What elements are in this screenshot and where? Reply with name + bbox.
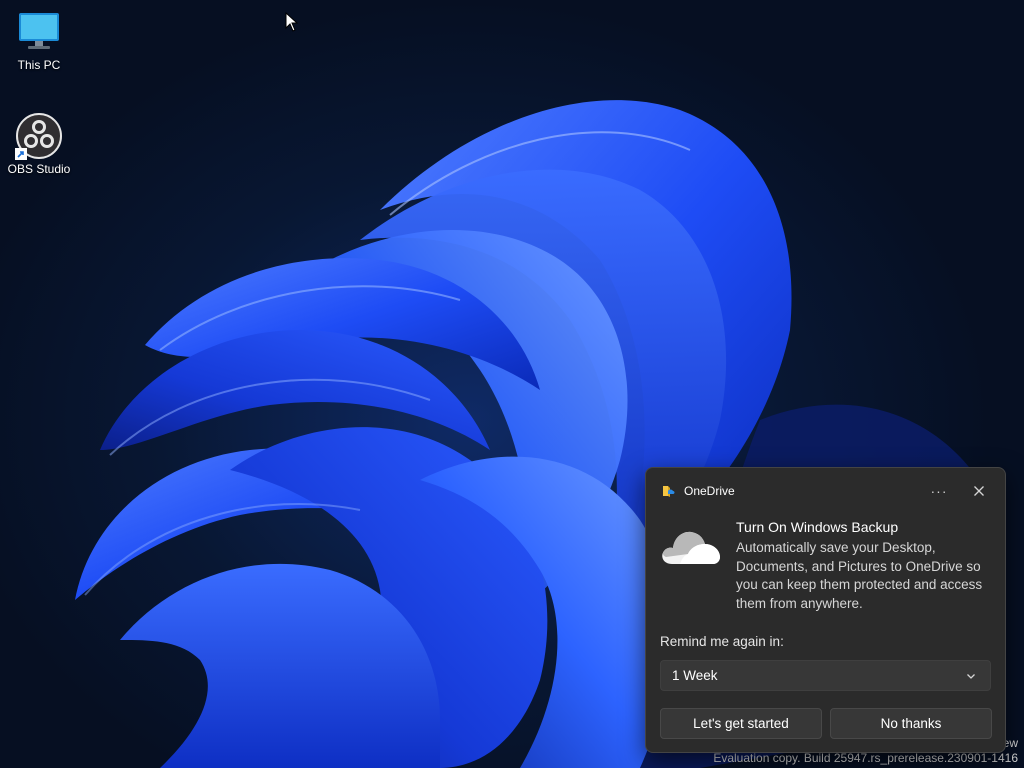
obs-studio-icon [15,112,63,160]
toast-header: OneDrive ··· [662,482,993,500]
onedrive-app-icon [663,486,675,497]
desktop-icon-obs-studio[interactable]: OBS Studio [1,112,77,176]
close-icon [974,486,984,496]
toast-app-name: OneDrive [684,484,735,498]
desktop-icon-label: OBS Studio [7,162,71,176]
remind-interval-value: 1 Week [672,668,718,683]
desktop-icon-label: This PC [17,58,61,72]
desktop-icon-this-pc[interactable]: This PC [1,8,77,72]
toast-message: Automatically save your Desktop, Documen… [736,540,983,611]
shortcut-arrow-icon [15,148,27,160]
desktop: This PC OBS Studio ew Evaluation copy. B… [0,0,1024,768]
onedrive-backup-toast: OneDrive ··· Turn On Windows Backup Auto… [645,467,1006,753]
mouse-cursor-icon [285,12,299,32]
toast-title: Turn On Windows Backup [736,519,899,535]
close-button[interactable] [965,478,993,504]
lets-get-started-button[interactable]: Let's get started [660,708,822,739]
remind-label: Remind me again in: [660,634,784,649]
onedrive-cloud-icon [662,531,720,564]
remind-interval-dropdown[interactable]: 1 Week [660,660,991,691]
no-thanks-button[interactable]: No thanks [830,708,992,739]
more-options-button[interactable]: ··· [925,478,953,504]
this-pc-icon [15,8,63,56]
chevron-down-icon [967,674,975,679]
watermark-line-2: Evaluation copy. Build 25947.rs_prerelea… [713,751,1018,765]
more-options-icon: ··· [930,483,948,499]
